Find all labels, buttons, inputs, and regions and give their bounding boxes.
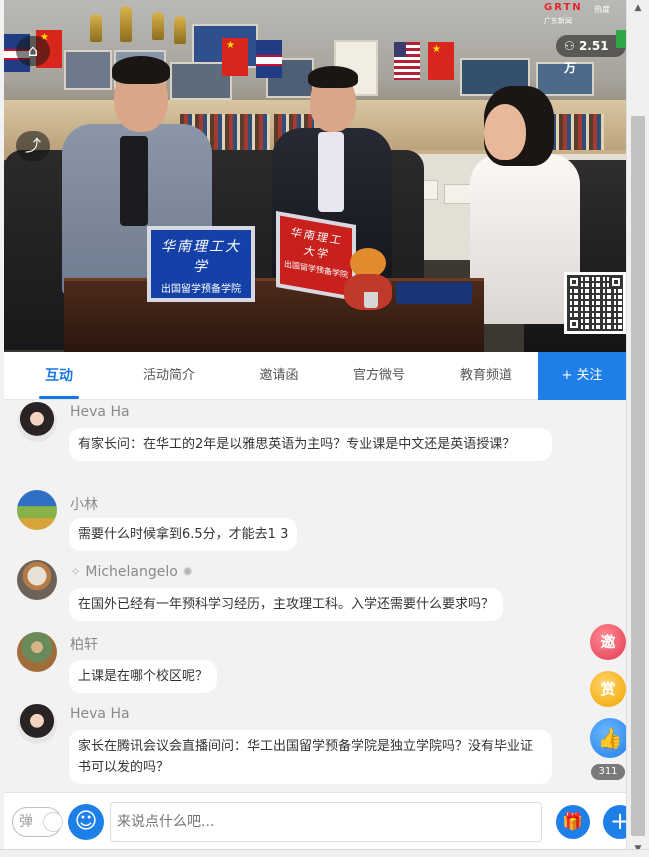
badge-icon: ✹ [182, 565, 194, 580]
green-tag [616, 30, 626, 48]
tab-activity-intro[interactable]: 活动简介 [114, 352, 224, 400]
tab-education-channel[interactable]: 教育频道 [431, 352, 541, 400]
avatar[interactable] [17, 560, 57, 600]
chat-bubble: 在国外已经有一年预科学习经历，主攻理工科。入学还需要什么要求吗？ [69, 588, 504, 621]
tab-official-account[interactable]: 官方微号 [324, 352, 434, 400]
sparkle-icon: ✧ [70, 565, 81, 580]
chat-nickname: 柏轩 [70, 637, 98, 653]
smiley-icon: ☺ [74, 809, 98, 834]
active-tab-indicator [39, 396, 79, 399]
channel-logo: GRTN [544, 2, 583, 13]
share-icon: ⤴ [24, 136, 41, 155]
name-card-blue: 华南理工大学 出国留学预备学院 [147, 226, 255, 302]
chat-bubble: 有家长问：在华工的2年是以雅思英语为主吗？专业课是中文还是英语授课？ [69, 428, 552, 461]
scroll-thumb[interactable] [631, 116, 645, 836]
avatar[interactable] [17, 632, 57, 672]
follow-button[interactable]: + 关注 [538, 352, 626, 400]
chat-list[interactable]: Heva Ha 有家长问：在华工的2年是以雅思英语为主吗？专业课是中文还是英语授… [4, 400, 626, 792]
tab-interaction[interactable]: 互动 [4, 352, 114, 400]
trophy-decoration [120, 6, 132, 42]
chat-nickname: 小林 [70, 497, 98, 513]
china-flag [222, 38, 248, 76]
danmu-label: 弹 [19, 814, 33, 830]
qr-code [564, 272, 626, 334]
home-icon: ⌂ [27, 41, 39, 60]
window-bottom-edge [0, 849, 649, 857]
trophy-decoration [90, 14, 102, 42]
china-flag [428, 42, 454, 80]
reward-button[interactable]: 赏 [590, 671, 626, 707]
chat-bubble: 家长在腾讯会议会直播间问：华工出国留学预备学院是独立学院吗？没有毕业证书可以发的… [69, 730, 552, 784]
toggle-knob [43, 812, 63, 832]
chat-nickname: Heva Ha [70, 404, 130, 420]
avatar[interactable] [17, 402, 57, 442]
input-bar: 弹 ☺ 🎁 + [4, 792, 637, 849]
scroll-up-arrow[interactable]: ▲ [627, 0, 649, 16]
comment-input[interactable] [110, 802, 542, 842]
channel-subtitle: 广东新闻 [544, 17, 572, 25]
trophy-decoration [152, 12, 164, 40]
wall-frame [64, 50, 112, 90]
chat-nickname: ✧ Michelangelo ✹ [70, 564, 193, 580]
usa-flag [394, 42, 420, 80]
tab-bar: 互动 活动简介 邀请函 官方微号 教育频道 + 关注 [4, 352, 626, 400]
gift-button[interactable]: 🎁 [556, 805, 590, 839]
hot-label: 热度 [594, 5, 610, 14]
thumbs-up-icon: 👍 [597, 726, 623, 750]
live-page: 华南理工大学 出国留学预备学院 华南理工大学 出国留学预备学院 ⌂ ⤴ GRTN… [0, 0, 649, 857]
scrollbar[interactable]: ▲ ▼ [626, 0, 649, 857]
danmu-toggle[interactable]: 弹 [12, 807, 63, 837]
tab-invitation[interactable]: 邀请函 [224, 352, 334, 400]
people-icon: ⚇ [564, 39, 575, 53]
home-button[interactable]: ⌂ [16, 36, 50, 66]
invite-button[interactable]: 邀 [590, 624, 626, 660]
chat-nickname-text: Michelangelo [85, 564, 178, 580]
trophy-decoration [174, 16, 186, 44]
like-button[interactable]: 👍 [590, 718, 630, 758]
chat-bubble: 上课是在哪个校区呢？ [69, 660, 218, 693]
gift-icon: 🎁 [562, 812, 584, 832]
avatar[interactable] [17, 490, 57, 530]
share-button[interactable]: ⤴ [16, 131, 50, 161]
video-player[interactable]: 华南理工大学 出国留学预备学院 华南理工大学 出国留学预备学院 ⌂ ⤴ GRTN… [4, 0, 626, 352]
books-on-table [396, 282, 472, 304]
chat-bubble: 需要什么时候拿到6.5分，才能去1 3 [69, 518, 298, 551]
cup [364, 292, 378, 308]
avatar[interactable] [17, 704, 57, 744]
chat-nickname: Heva Ha [70, 706, 130, 722]
australia-flag [256, 40, 282, 78]
like-count: 311 [591, 764, 625, 780]
emoji-button[interactable]: ☺ [68, 804, 104, 840]
